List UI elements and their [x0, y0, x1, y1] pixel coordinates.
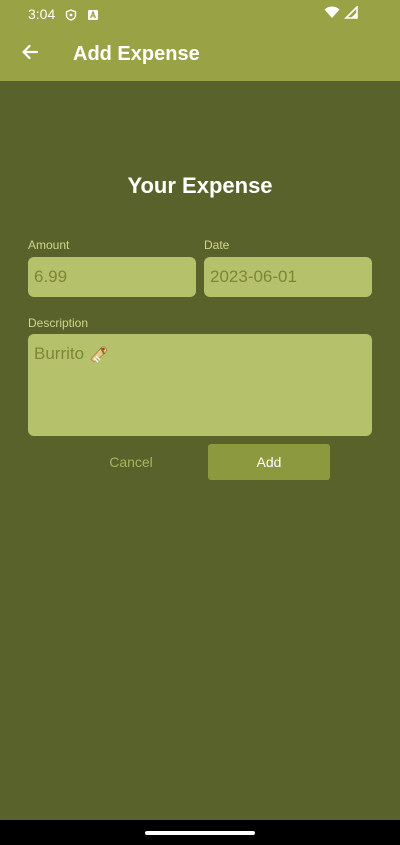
- wifi-icon: [324, 6, 340, 22]
- cancel-button[interactable]: Cancel: [86, 444, 176, 480]
- description-value: Burrito: [34, 344, 85, 363]
- home-gesture-handle[interactable]: [145, 830, 255, 835]
- amount-label: Amount: [28, 238, 70, 252]
- shield-icon: [65, 8, 77, 21]
- description-field[interactable]: Burrito: [28, 334, 372, 436]
- status-left: 3:04: [28, 6, 99, 22]
- amount-field[interactable]: 6.99: [28, 257, 196, 297]
- date-field[interactable]: 2023-06-01: [204, 257, 372, 297]
- back-button[interactable]: [12, 36, 48, 72]
- app-bar: Add Expense: [0, 27, 400, 81]
- signal-icon: [344, 4, 358, 22]
- status-right: [324, 4, 358, 22]
- navigation-bar: [0, 820, 400, 845]
- form-heading: Your Expense: [127, 173, 273, 198]
- amount-value: 6.99: [34, 267, 68, 286]
- burrito-icon: [88, 344, 110, 369]
- notification-a-icon: [87, 8, 99, 20]
- add-button[interactable]: Add: [208, 444, 330, 480]
- status-bar: 3:04: [0, 0, 400, 27]
- date-label: Date: [204, 238, 230, 252]
- description-label: Description: [28, 316, 89, 330]
- add-expense-screen: 3:04 Add Expense Your Expense Amount 6.9…: [0, 0, 400, 845]
- page-title: Add Expense: [73, 42, 200, 65]
- arrow-left-icon: [20, 42, 40, 67]
- date-value: 2023-06-01: [210, 267, 297, 286]
- status-time: 3:04: [28, 5, 56, 22]
